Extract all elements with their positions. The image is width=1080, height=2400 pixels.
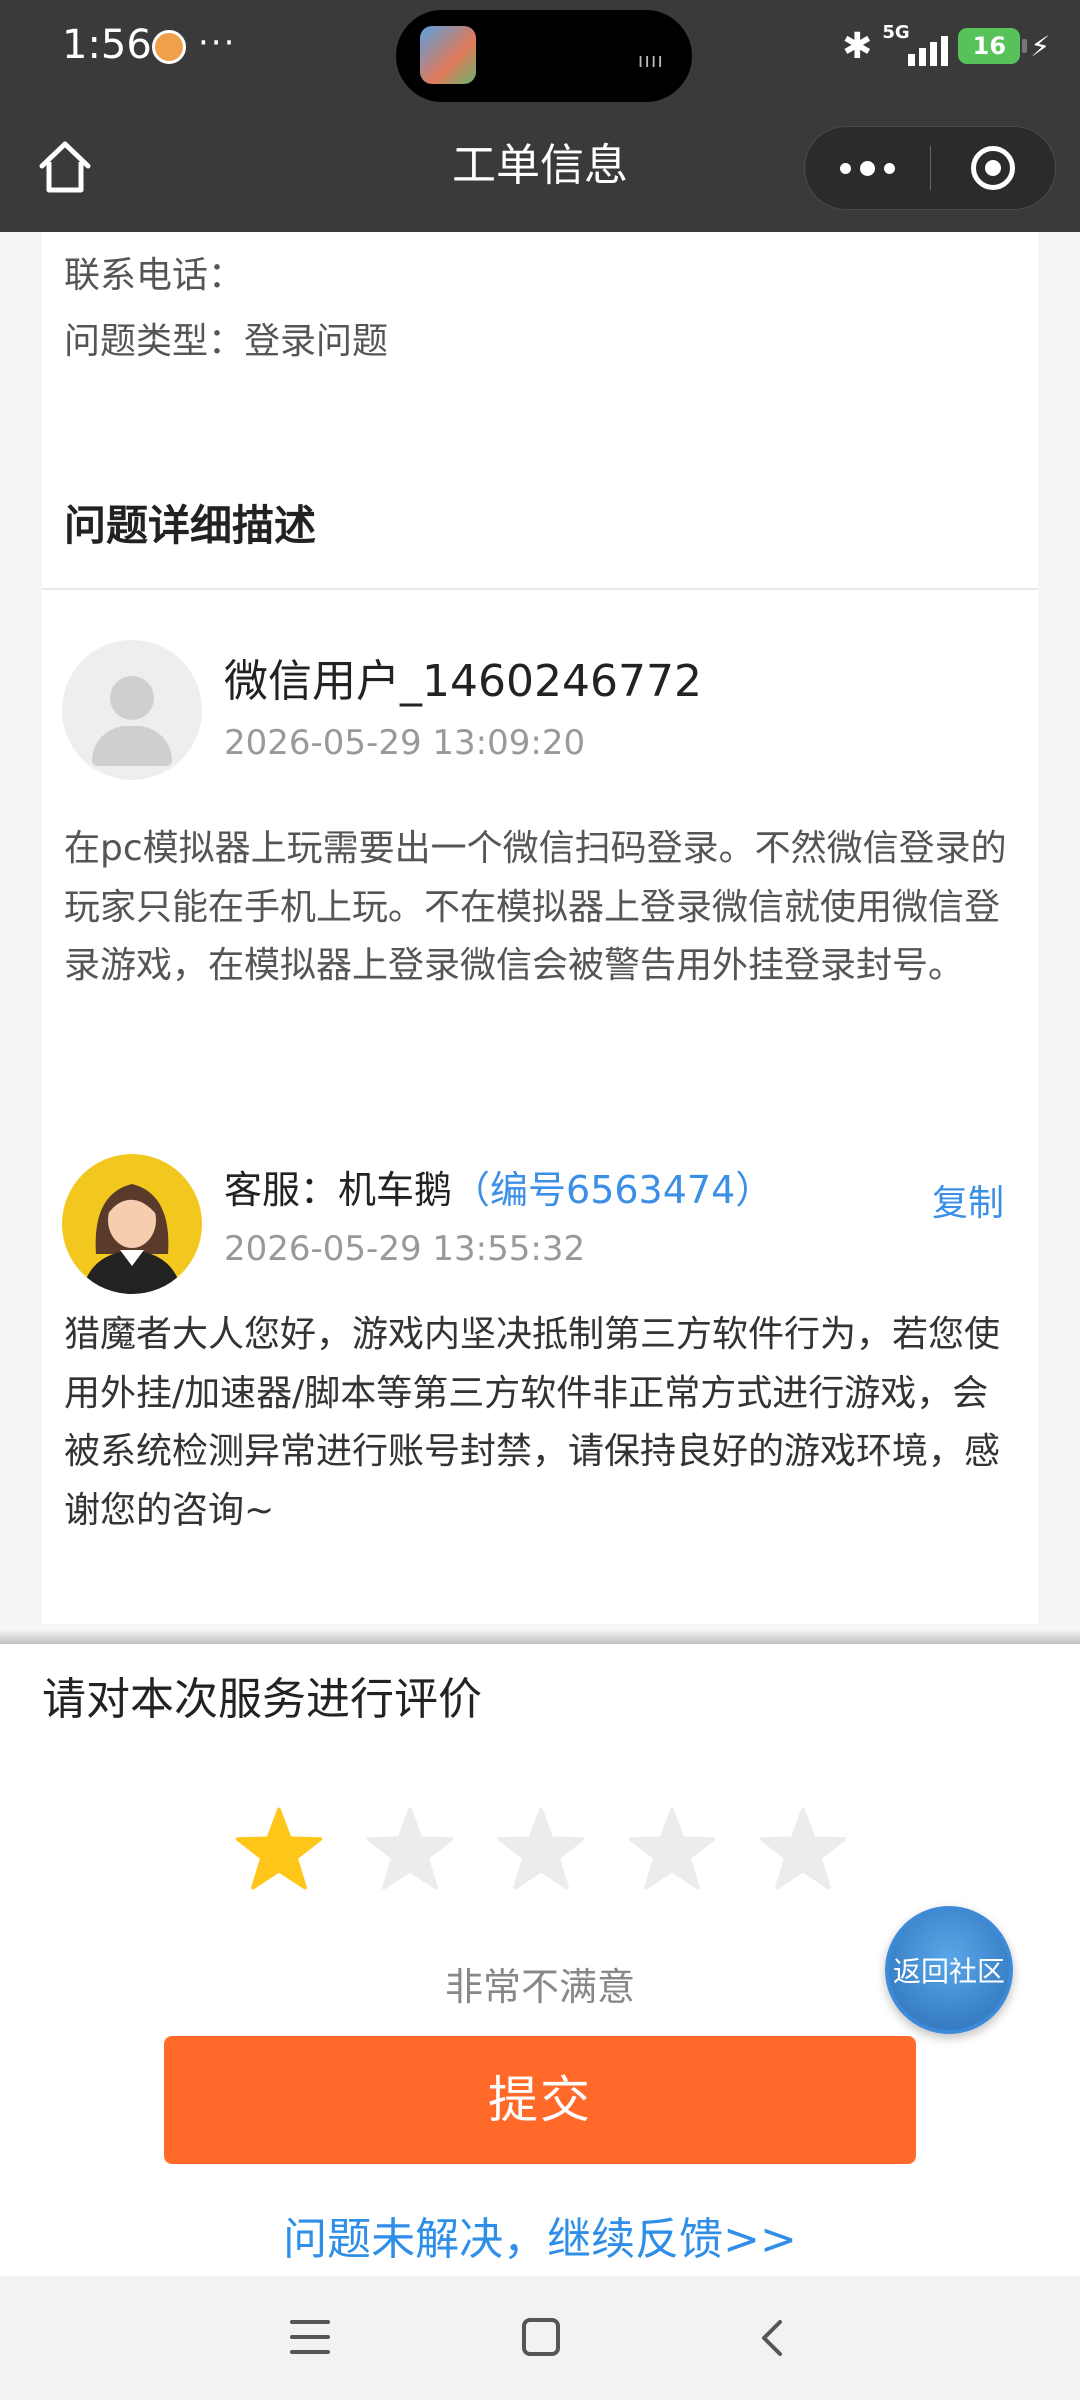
more-dots-icon[interactable] [805, 126, 930, 210]
status-more-dots: ··· [198, 23, 237, 63]
rating-title: 请对本次服务进行评价 [42, 1674, 482, 1725]
bluetooth-icon: ✱ [842, 25, 873, 67]
star-5-icon[interactable] [758, 1804, 848, 1894]
problem-type: 问题类型：登录问题 [64, 318, 388, 366]
game-thumbnail-icon [420, 26, 476, 84]
submit-button[interactable]: 提交 [164, 2036, 916, 2164]
back-to-community-button[interactable]: 返回社区 [885, 1906, 1013, 2034]
divider [42, 588, 1038, 590]
network-type: 5G [882, 22, 910, 43]
notification-app-icon [152, 30, 186, 64]
problem-type-value: 登录问题 [244, 321, 389, 362]
staff-id: （编号6563474） [452, 1168, 774, 1212]
rating-sheet: 请对本次服务进行评价 非常不满意 返回社区 提交 问题未解决，继续反馈>> [0, 1644, 1080, 2276]
status-indicators: ✱ 5G 16 ⚡ [842, 22, 1050, 70]
star-3-icon[interactable] [496, 1804, 586, 1894]
user-message-text: 在pc模拟器上玩需要出一个微信扫码登录。不然微信登录的玩家只能在手机上玩。不在模… [64, 828, 1007, 986]
user-avatar [62, 640, 202, 780]
back-icon[interactable] [752, 2316, 792, 2360]
staff-reply-card: 客服：机车鹅（编号6563474） 复制 2026-05-29 13:55:32… [42, 1130, 1038, 1624]
battery-level: 16 [972, 32, 1007, 60]
staff-message-time: 2026-05-29 13:55:32 [224, 1229, 586, 1269]
copy-order-button[interactable]: 复制 [932, 232, 1004, 240]
ticket-content[interactable]: 工单编号：2782719 复制 联系电话： 问题类型：登录问题 问题详细描述 微… [0, 232, 1080, 1642]
signal-icon: 5G [882, 22, 949, 66]
close-program-button[interactable] [931, 126, 1056, 210]
star-2-icon[interactable] [365, 1804, 455, 1894]
target-circle-icon [970, 146, 1015, 190]
copy-staff-id-button[interactable]: 复制 [932, 1180, 1004, 1228]
status-time: 1:56 [62, 22, 152, 68]
staff-avatar [62, 1154, 202, 1294]
star-rating[interactable] [234, 1804, 848, 1904]
dynamic-island[interactable]: ıııı [396, 10, 692, 102]
star-4-icon[interactable] [627, 1804, 717, 1894]
user-name: 微信用户_1460246772 [224, 656, 702, 707]
staff-name: 客服：机车鹅（编号6563474） [224, 1162, 773, 1218]
contact-phone: 联系电话： [64, 255, 245, 296]
user-message-time: 2026-05-29 13:09:20 [224, 723, 586, 763]
home-square-icon[interactable] [522, 2318, 560, 2356]
order-number: 工单编号：2782719 [64, 232, 404, 240]
charging-icon: ⚡ [1030, 29, 1050, 63]
audio-wave-icon: ıııı [637, 48, 664, 72]
battery-icon: 16 [958, 28, 1028, 64]
mini-program-capsule [804, 126, 1056, 210]
system-navigation-bar [0, 2276, 1080, 2400]
menu-icon[interactable] [290, 2320, 330, 2356]
staff-prefix: 客服：机车鹅 [224, 1168, 453, 1212]
detail-title: 问题详细描述 [64, 501, 317, 550]
star-1-icon[interactable] [234, 1804, 324, 1894]
top-bar: 1:56 ··· ıııı ✱ 5G 16 ⚡ 工单信息 [0, 0, 1080, 232]
problem-type-label: 问题类型： [64, 321, 245, 362]
staff-message-text: 猎魔者大人您好，游戏内坚决抵制第三方软件行为，若您使用外挂/加速器/脚本等第三方… [64, 1314, 1001, 1531]
continue-feedback-link[interactable]: 问题未解决，继续反馈>> [0, 2210, 1080, 2270]
